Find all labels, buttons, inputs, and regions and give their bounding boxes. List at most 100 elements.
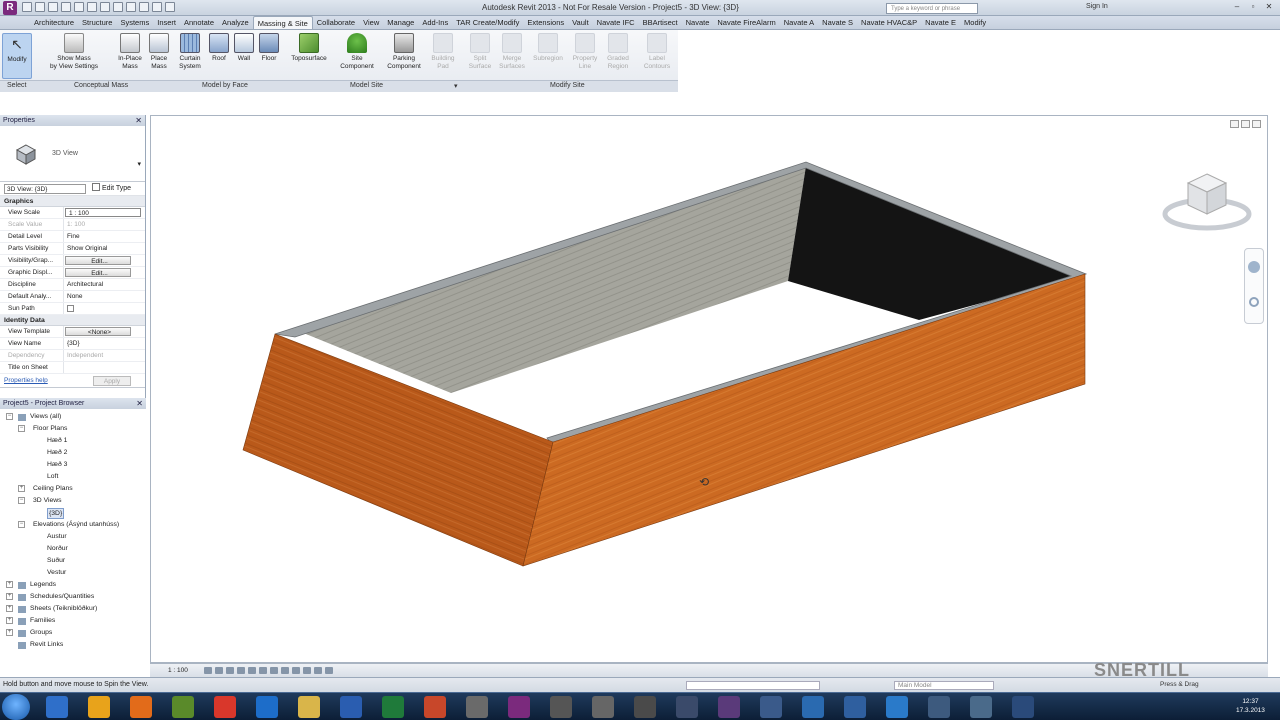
property-value[interactable]: 1 : 100 — [65, 208, 141, 217]
task-folder-icon[interactable] — [88, 696, 110, 718]
property-edit-button[interactable]: Edit... — [65, 268, 131, 277]
panel-label-modify-site[interactable]: Modify Site — [550, 82, 585, 89]
search-input[interactable]: Type a keyword or phrase — [886, 3, 978, 14]
tree-families[interactable]: + Families — [0, 615, 146, 627]
steering-wheel-icon[interactable] — [1248, 261, 1260, 273]
tab-annotate[interactable]: Annotate — [180, 16, 218, 29]
3d-view-icon[interactable] — [113, 2, 123, 12]
task-files-icon[interactable] — [298, 696, 320, 718]
expand-icon[interactable]: + — [6, 593, 13, 600]
minimize-icon[interactable]: – — [1230, 1, 1244, 13]
render-icon[interactable] — [248, 667, 256, 674]
panel-label-conceptual-mass[interactable]: Conceptual Mass — [74, 82, 128, 89]
expand-icon[interactable]: + — [6, 629, 13, 636]
close-browser-icon[interactable]: ✕ — [136, 398, 143, 409]
panel-label-select[interactable]: Select — [7, 82, 26, 89]
3d-viewport[interactable]: ⟲ — [150, 115, 1268, 663]
subregion-button[interactable]: Subregion — [530, 33, 566, 79]
task-powerpoint-icon[interactable] — [424, 696, 446, 718]
tree-floor-plan-loft[interactable]: Loft — [0, 471, 146, 483]
property-value[interactable]: None — [64, 291, 145, 302]
tree-schedules[interactable]: + Schedules/Quantities — [0, 591, 146, 603]
tab-systems[interactable]: Systems — [116, 16, 153, 29]
expand-icon[interactable]: + — [18, 485, 25, 492]
tab-vault[interactable]: Vault — [568, 16, 593, 29]
tree-revit-links[interactable]: Revit Links — [0, 639, 146, 651]
tree-elevation-north[interactable]: Norður — [0, 543, 146, 555]
analytical-model-icon[interactable] — [314, 667, 322, 674]
place-mass-button[interactable]: Place Mass — [146, 33, 172, 79]
task-chrome-icon[interactable] — [214, 696, 236, 718]
property-value[interactable] — [64, 362, 145, 373]
type-dropdown-arrow-icon[interactable]: ▾ — [137, 160, 141, 168]
property-value[interactable]: Show Original — [64, 243, 145, 254]
undo-icon[interactable] — [48, 2, 58, 12]
tree-floor-plans[interactable]: − Floor Plans — [0, 423, 146, 435]
tree-elevation-west[interactable]: Vestur — [0, 567, 146, 579]
sign-in-link[interactable]: Sign In — [1086, 3, 1108, 10]
tree-legends[interactable]: + Legends — [0, 579, 146, 591]
shadows-icon[interactable] — [237, 667, 245, 674]
merge-surfaces-button[interactable]: Merge Surfaces — [496, 33, 528, 79]
zoom-icon[interactable] — [1249, 297, 1259, 307]
tree-elevation-east[interactable]: Austur — [0, 531, 146, 543]
view-scale-control[interactable]: 1 : 100 — [168, 665, 188, 677]
redo-icon[interactable] — [61, 2, 71, 12]
tab-extensions[interactable]: Extensions — [523, 16, 568, 29]
tab-collaborate[interactable]: Collaborate — [313, 16, 359, 29]
show-crop-icon[interactable] — [270, 667, 278, 674]
tab-navate-e[interactable]: Navate E — [921, 16, 960, 29]
task-app12-icon[interactable] — [1012, 696, 1034, 718]
crop-view-icon[interactable] — [259, 667, 267, 674]
close-icon[interactable]: ✕ — [1262, 1, 1276, 13]
task-app11-icon[interactable] — [970, 696, 992, 718]
tree-views[interactable]: − Views (all) — [0, 411, 146, 423]
property-value[interactable]: Architectural — [64, 279, 145, 290]
floor-button[interactable]: Floor — [257, 33, 281, 79]
tree-3d-view-default[interactable]: {3D} — [0, 507, 146, 519]
measure-icon[interactable] — [87, 2, 97, 12]
maximize-icon[interactable]: ▫ — [1246, 1, 1260, 13]
detail-level-icon[interactable] — [204, 667, 212, 674]
task-app4-icon[interactable] — [676, 696, 698, 718]
task-app5-icon[interactable] — [718, 696, 740, 718]
task-revit-icon[interactable] — [508, 696, 530, 718]
tree-floor-plan-1[interactable]: Hæð 1 — [0, 435, 146, 447]
building-pad-button[interactable]: Building Pad — [428, 33, 458, 79]
toposurface-button[interactable]: Toposurface — [286, 33, 332, 79]
tab-structure[interactable]: Structure — [78, 16, 116, 29]
task-word-icon[interactable] — [340, 696, 362, 718]
3d-model-canvas[interactable]: ⟲ — [151, 116, 1268, 663]
task-navisworks-icon[interactable] — [550, 696, 572, 718]
open-icon[interactable] — [22, 2, 32, 12]
tab-navate-s[interactable]: Navate S — [818, 16, 857, 29]
tree-groups[interactable]: + Groups — [0, 627, 146, 639]
system-clock[interactable]: 12:37 17.3.2013 — [1236, 697, 1265, 715]
tree-elevations[interactable]: − Elevations (Ásýnd utanhúss) — [0, 519, 146, 531]
tree-floor-plan-2[interactable]: Hæð 2 — [0, 447, 146, 459]
tab-navate[interactable]: Navate — [682, 16, 714, 29]
tab-tar-create-modify[interactable]: TAR Create/Modify — [452, 16, 523, 29]
sun-path-icon[interactable] — [226, 667, 234, 674]
property-edit-button[interactable]: Edit... — [65, 256, 131, 265]
text-icon[interactable] — [100, 2, 110, 12]
tab-manage[interactable]: Manage — [383, 16, 418, 29]
save-icon[interactable] — [35, 2, 45, 12]
task-app8-icon[interactable] — [844, 696, 866, 718]
tree-3d-views[interactable]: −3D Views — [0, 495, 146, 507]
collapse-icon[interactable]: − — [18, 521, 25, 528]
property-line-button[interactable]: Property Line — [568, 33, 602, 79]
in-place-mass-button[interactable]: In-Place Mass — [114, 33, 146, 79]
expand-icon[interactable]: + — [6, 617, 13, 624]
revit-logo-icon[interactable]: R — [3, 1, 17, 15]
close-hidden-icon[interactable] — [152, 2, 162, 12]
tab-massing-site[interactable]: Massing & Site — [252, 16, 313, 29]
task-app9-icon[interactable] — [886, 696, 908, 718]
roof-button[interactable]: Roof — [207, 33, 231, 79]
properties-header[interactable]: Properties ✕ — [0, 115, 145, 126]
viewcube[interactable] — [1160, 170, 1254, 236]
tab-navate-firealarm[interactable]: Navate FireAlarm — [713, 16, 779, 29]
highlight-displacement-icon[interactable] — [325, 667, 333, 674]
start-button-icon[interactable] — [2, 694, 30, 720]
tab-navate-a[interactable]: Navate A — [780, 16, 818, 29]
